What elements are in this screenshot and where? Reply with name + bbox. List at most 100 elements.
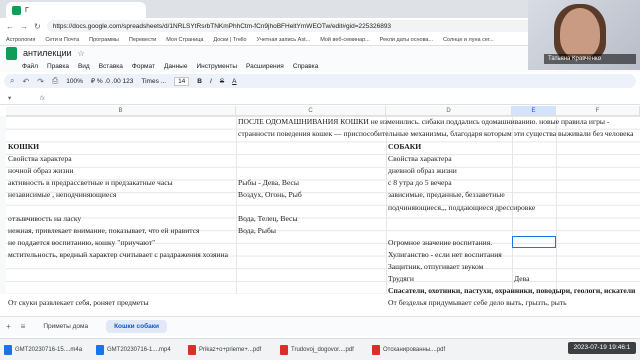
cell-b[interactable]: активность в предрассветные и предзакатн…	[8, 177, 173, 189]
sheet-tab-primety[interactable]: Приметы дома	[35, 320, 96, 333]
search-icon[interactable]: ⌕	[10, 76, 14, 86]
add-sheet-icon[interactable]: +	[6, 322, 11, 331]
download-item[interactable]: Prikaz+o+prieme+...pdf	[188, 344, 272, 355]
formula-bar: ▾ fx	[0, 92, 640, 105]
download-name: GMT20230716-15....m4a	[15, 346, 83, 353]
cell-d[interactable]: Защитник, отпугивает звуком	[388, 261, 483, 273]
column-header-e[interactable]: E	[512, 106, 556, 116]
cell-e[interactable]: Дева	[514, 273, 530, 285]
cell-d[interactable]: От безделья придумывает себе дело выть, …	[388, 297, 567, 309]
column-header-b[interactable]: B	[6, 106, 236, 116]
audio-file-icon	[4, 344, 12, 355]
download-item[interactable]: Отсканированны....pdf	[372, 344, 456, 355]
bold-button[interactable]: B	[197, 78, 202, 85]
cell-c[interactable]: Вода, Телец, Весы	[238, 213, 298, 225]
bookmark-item[interactable]: Сети и Почта	[45, 37, 79, 43]
bookmark-item[interactable]: Программы	[89, 37, 119, 43]
cell-d[interactable]: Спасатели, охотники, пастухи, охранники,…	[388, 285, 635, 297]
text-color-button[interactable]: A	[232, 78, 236, 85]
tab-title: Г	[25, 6, 29, 14]
bookmark-item[interactable]: Доски | Trello	[213, 37, 246, 43]
font-size-field[interactable]: 14	[174, 76, 190, 86]
cell-d[interactable]: зависимые, преданные, беззаветные	[388, 189, 505, 201]
back-icon[interactable]: ←	[6, 22, 14, 31]
reload-icon[interactable]: ↻	[34, 22, 41, 31]
menu-view[interactable]: Вид	[78, 63, 90, 70]
menu-file[interactable]: Файл	[22, 63, 38, 70]
column-header-f[interactable]: F	[556, 106, 640, 116]
fx-icon: fx	[40, 94, 46, 102]
bookmark-item[interactable]: Перевести	[129, 37, 156, 43]
cell-d[interactable]: дневной образ жизни	[388, 165, 457, 177]
presenter-face	[560, 8, 600, 58]
sheets-favicon-icon	[12, 5, 21, 15]
menu-data[interactable]: Данные	[164, 63, 187, 70]
cell-c[interactable]: Воздух, Огонь, Рыб	[238, 189, 302, 201]
download-name: Prikaz+o+prieme+...pdf	[199, 346, 262, 353]
strikethrough-button[interactable]: S	[220, 78, 224, 85]
star-icon[interactable]: ☆	[78, 49, 85, 58]
menu-extensions[interactable]: Расширения	[246, 63, 284, 70]
download-item[interactable]: Trudovoj_dogovor....pdf	[280, 344, 364, 355]
forward-icon[interactable]: →	[20, 22, 28, 31]
cell-b[interactable]: Свойства характера	[8, 153, 72, 165]
recording-timestamp: 2023-07-19 19:46:1	[568, 342, 636, 354]
column-header-c[interactable]: C	[236, 106, 386, 116]
formatting-toolbar: ⌕ ↶ ↷ ⎙ 100% ₽ % .0 .00 123 Times ... 14…	[4, 74, 636, 88]
presenter-name: Татьяна Кравченко	[544, 54, 636, 64]
menu-format[interactable]: Формат	[132, 63, 155, 70]
cell-b[interactable]: От скуки развлекает себя, роняет предмет…	[8, 297, 149, 309]
menu-insert[interactable]: Вставка	[99, 63, 123, 70]
cell-b[interactable]: мстительность, вредный характер считывае…	[8, 249, 228, 261]
undo-icon[interactable]: ↶	[22, 77, 29, 86]
download-item[interactable]: GMT20230716-1....mp4	[96, 344, 180, 355]
cell-header-note-2[interactable]: странности поведения кошек — приспособит…	[238, 128, 634, 140]
bookmark-item[interactable]: Учетная запись Ast...	[257, 37, 311, 43]
font-select[interactable]: Times ...	[141, 78, 166, 85]
bookmark-item[interactable]: Моя Страница	[166, 37, 203, 43]
grid-divider	[556, 116, 557, 294]
spreadsheet-grid[interactable]	[6, 116, 640, 294]
menu-edit[interactable]: Правка	[47, 63, 69, 70]
selected-cell[interactable]	[512, 236, 556, 248]
all-sheets-icon[interactable]: ≡	[21, 322, 26, 331]
sheet-tab-koshki-sobaki[interactable]: Кошки собаки	[106, 320, 167, 333]
cell-b[interactable]: отзывчивость на ласку	[8, 213, 81, 225]
cell-d[interactable]: Свойства характера	[388, 153, 452, 165]
menu-tools[interactable]: Инструменты	[196, 63, 237, 70]
redo-icon[interactable]: ↷	[37, 77, 44, 86]
url-text: https://docs.google.com/spreadsheets/d/1…	[52, 22, 392, 30]
cell-header-note[interactable]: ПОСЛЕ ОДОМАШНИВАНИЯ КОШКИ не изменились.…	[238, 116, 609, 128]
zoom-select[interactable]: 100%	[66, 78, 83, 85]
column-header-d[interactable]: D	[386, 106, 512, 116]
bookmark-item[interactable]: Солнце и луна сег...	[443, 37, 494, 43]
bookmark-item[interactable]: Мой веб-семинар...	[320, 37, 370, 43]
cell-d[interactable]: подчиняющиеся,,, поддающиеся дрессировке	[388, 202, 535, 214]
cell-b[interactable]: ночной образ жизни	[8, 165, 73, 177]
cell-koshki[interactable]: КОШКИ	[8, 141, 39, 153]
cell-c[interactable]: Рыбы - Дева, Весы	[238, 177, 299, 189]
download-name: GMT20230716-1....mp4	[107, 346, 171, 353]
cell-d[interactable]: с 8 утра до 5 вечера	[388, 177, 452, 189]
download-item[interactable]: GMT20230716-15....m4a	[4, 344, 88, 355]
cell-d[interactable]: Огромное значение воспитания.	[388, 237, 492, 249]
cell-b[interactable]: не поддается воспитанию, кошку "приучают…	[8, 237, 155, 249]
cell-c[interactable]: Вода, Рыбы	[238, 225, 276, 237]
name-box[interactable]: ▾	[8, 94, 32, 102]
bookmark-item[interactable]: Астрология	[6, 37, 35, 43]
currency-button[interactable]: ₽ % .0 .00 123	[91, 77, 133, 85]
menu-help[interactable]: Справка	[293, 63, 319, 70]
sheet-tabs-bar: + ≡ Приметы дома Кошки собаки	[0, 316, 640, 336]
doc-title[interactable]: антилекции	[23, 48, 72, 58]
italic-button[interactable]: I	[210, 78, 212, 85]
print-icon[interactable]: ⎙	[52, 76, 58, 86]
bookmark-item[interactable]: Рекли даты основа...	[380, 37, 433, 43]
cell-b[interactable]: нежная, привлекает внимание, показывает,…	[8, 225, 200, 237]
sheets-logo-icon[interactable]	[6, 46, 17, 60]
video-file-icon	[96, 344, 104, 355]
cell-b[interactable]: независимые , неподчиняющиеся	[8, 189, 116, 201]
browser-tab[interactable]: Г	[6, 2, 146, 18]
cell-d[interactable]: Трудяги	[388, 273, 414, 285]
cell-sobaki[interactable]: СОБАКИ	[388, 141, 421, 153]
cell-d[interactable]: Хулиганство - если нет воспитания	[388, 249, 502, 261]
